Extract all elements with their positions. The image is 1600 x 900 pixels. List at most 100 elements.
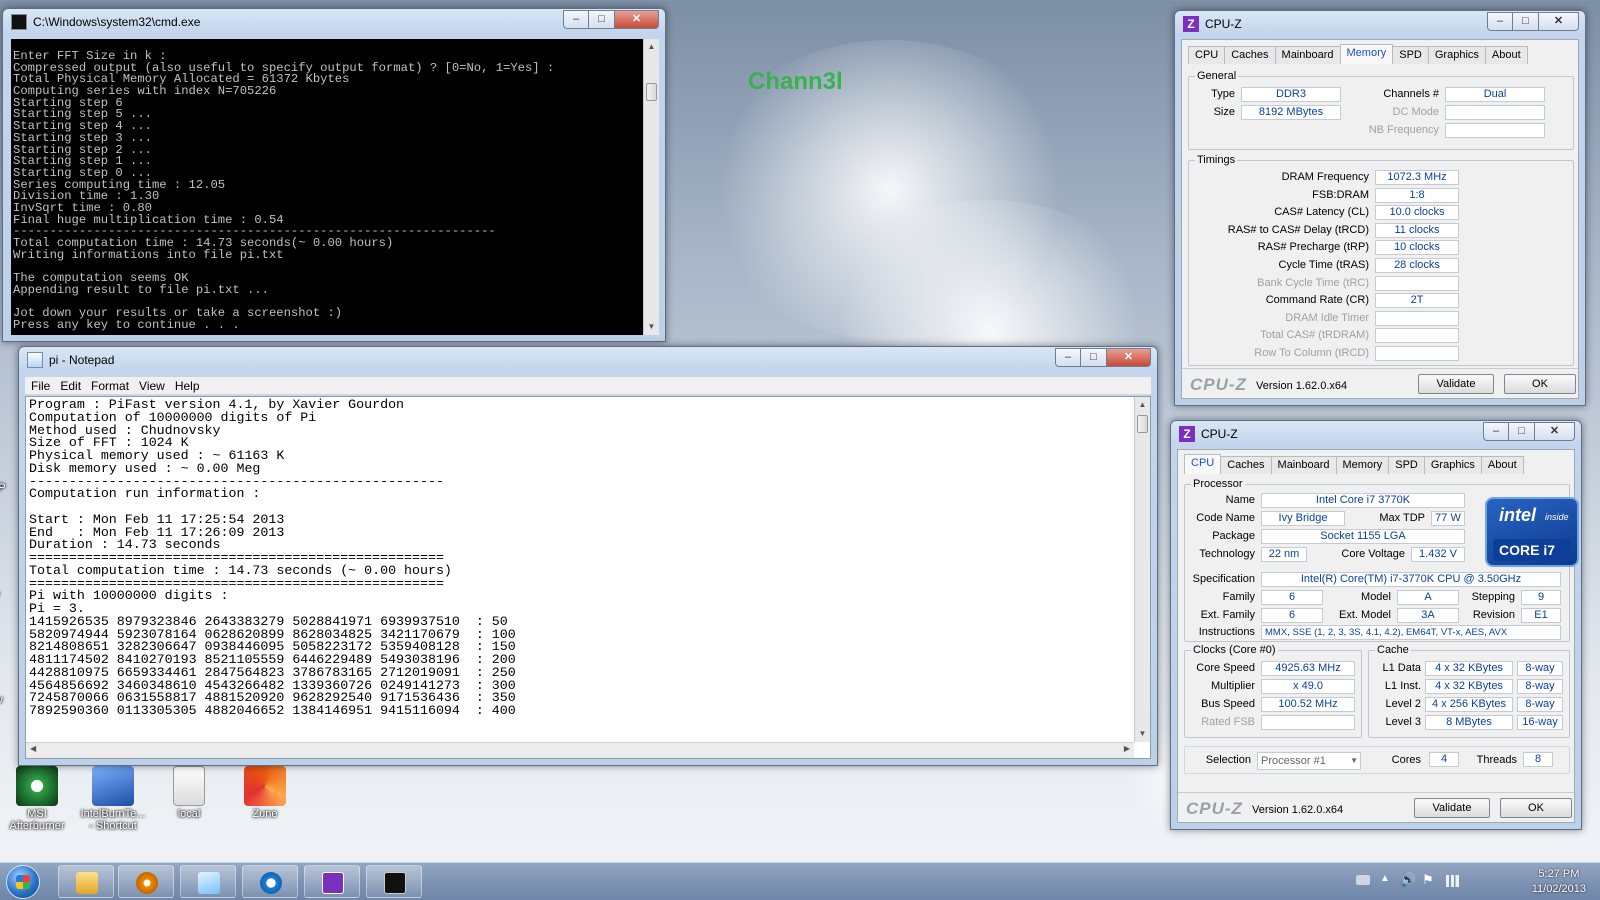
media-player-icon [136, 872, 158, 894]
minimize-button[interactable]: – [1487, 12, 1513, 31]
minimize-button[interactable]: – [1055, 348, 1081, 367]
scroll-up-icon[interactable]: ▲ [644, 39, 659, 55]
tab-caches[interactable]: Caches [1220, 456, 1272, 474]
specification-value: Intel(R) Core(TM) i7-3770K CPU @ 3.50GHz [1261, 572, 1561, 587]
system-tray: ▲ 🔊 ⚑ 5:27 PM 11/02/2013 [1350, 863, 1600, 900]
tab-about[interactable]: About [1484, 46, 1528, 64]
taskbar-cpuz[interactable] [304, 865, 360, 898]
cmd-console[interactable]: Enter FFT Size in k : Compressed output (… [11, 39, 659, 335]
menu-view[interactable]: View [139, 379, 165, 393]
scroll-left-icon[interactable]: ◀ [30, 744, 36, 753]
scroll-thumb[interactable] [1137, 415, 1148, 433]
tab-spd[interactable]: SPD [1392, 46, 1429, 64]
scroll-down-icon[interactable]: ▼ [1135, 726, 1150, 742]
tab-memory[interactable]: Memory [1339, 44, 1394, 64]
tab-about[interactable]: About [1480, 456, 1524, 474]
tab-caches[interactable]: Caches [1224, 46, 1276, 64]
maximize-button[interactable]: □ [589, 10, 615, 29]
action-center-flag-icon[interactable]: ⚑ [1422, 872, 1434, 888]
timing-value [1375, 328, 1459, 344]
menu-format[interactable]: Format [91, 379, 129, 393]
notepad-window[interactable]: pi - Notepad – □ ✕ File Edit Format View… [18, 346, 1158, 766]
notepad-title-bar[interactable]: pi - Notepad [19, 347, 1157, 373]
close-button[interactable]: ✕ [1107, 348, 1151, 367]
show-hidden-icons-icon[interactable]: ▲ [1380, 873, 1390, 884]
validate-button[interactable]: Validate [1418, 374, 1494, 394]
threads-label: Threads [1476, 754, 1517, 766]
menu-edit[interactable]: Edit [60, 379, 81, 393]
scroll-right-icon[interactable]: ▶ [1124, 744, 1130, 753]
rated-fsb-label: Rated FSB [1201, 716, 1255, 728]
close-button[interactable]: ✕ [1535, 422, 1575, 441]
volume-icon[interactable]: 🔊 [1400, 872, 1416, 888]
desktop-icon-intelburntest[interactable]: IntelBurnTe... - Shortcut [78, 766, 148, 832]
group-label: Timings [1195, 154, 1238, 166]
tab-mainboard[interactable]: Mainboard [1274, 46, 1341, 64]
cmd-title: C:\Windows\system32\cmd.exe [33, 15, 201, 29]
notepad-horizontal-scrollbar[interactable]: ◀ ▶ [26, 742, 1134, 758]
clock[interactable]: 5:27 PM 11/02/2013 [1532, 867, 1586, 897]
notepad-vertical-scrollbar[interactable]: ▲ ▼ [1134, 397, 1150, 742]
cmd-window[interactable]: C:\Windows\system32\cmd.exe – □ ✕ Enter … [2, 8, 666, 342]
core-speed-label: Core Speed [1196, 662, 1255, 674]
max-tdp-value: 77 W [1431, 511, 1465, 526]
cpuz-tabs: CPU Caches Mainboard Memory SPD Graphics… [1184, 454, 1524, 474]
cpuz-app-icon: Z [1179, 426, 1195, 442]
cpuz-icon [322, 872, 344, 894]
tab-graphics[interactable]: Graphics [1423, 456, 1482, 474]
taskbar-notepad[interactable] [180, 865, 236, 898]
desktop-icon-local[interactable]: local [154, 766, 224, 820]
tab-cpu[interactable]: CPU [1184, 454, 1222, 474]
start-button[interactable] [6, 865, 40, 899]
desktop-icon-label: MSI Afterburner [9, 808, 65, 832]
minimize-button[interactable]: – [1483, 422, 1509, 441]
notepad-app-icon [27, 352, 43, 368]
desktop-icon-msi-afterburner[interactable]: MSI Afterburner [2, 766, 72, 832]
desktop-icon-label: IntelBurnTe... - Shortcut [80, 808, 146, 832]
maximize-button[interactable]: □ [1081, 348, 1107, 367]
keyboard-icon[interactable] [1356, 875, 1370, 885]
maximize-button[interactable]: □ [1513, 12, 1539, 31]
close-button[interactable]: ✕ [1539, 12, 1579, 31]
ok-button[interactable]: OK [1500, 798, 1572, 818]
tab-spd[interactable]: SPD [1388, 456, 1425, 474]
scroll-down-icon[interactable]: ▼ [644, 319, 659, 335]
technology-label: Technology [1199, 548, 1255, 560]
notepad-text-area[interactable]: Program : PiFast version 4.1, by Xavier … [25, 396, 1151, 759]
validate-button[interactable]: Validate [1414, 798, 1490, 818]
cache-associativity-value: 8-way [1517, 697, 1563, 712]
cpuz-logo: CPU-Z [1186, 799, 1243, 818]
cache-associativity-value: 8-way [1517, 661, 1563, 676]
dc-mode-value [1445, 105, 1545, 120]
scroll-thumb[interactable] [646, 83, 657, 101]
cpuz-cpu-window[interactable]: Z CPU-Z – □ ✕ CPU Caches Mainboard Memor… [1170, 420, 1582, 830]
group-label: Processor [1191, 478, 1245, 490]
menu-help[interactable]: Help [175, 379, 200, 393]
tab-mainboard[interactable]: Mainboard [1270, 456, 1337, 474]
taskbar-cmd[interactable] [366, 865, 422, 898]
cmd-scrollbar[interactable]: ▲ ▼ [643, 39, 659, 335]
cpuz-memory-window[interactable]: Z CPU-Z – □ ✕ CPU Caches Mainboard Memor… [1174, 10, 1586, 406]
maximize-button[interactable]: □ [1509, 422, 1535, 441]
minimize-button[interactable]: – [563, 10, 589, 29]
cpuz-footer: CPU-Z Version 1.62.0.x64 Validate OK [1182, 368, 1578, 398]
multiplier-label: Multiplier [1210, 680, 1255, 692]
tab-memory[interactable]: Memory [1335, 456, 1390, 474]
scroll-up-icon[interactable]: ▲ [1135, 397, 1150, 413]
menu-file[interactable]: File [31, 379, 50, 393]
processor-select[interactable]: Processor #1 ▼ [1257, 752, 1361, 770]
taskbar-internet-explorer[interactable] [242, 865, 298, 898]
multiplier-value: x 49.0 [1261, 679, 1355, 694]
close-button[interactable]: ✕ [615, 10, 659, 29]
desktop-icon-zune[interactable]: Zune [230, 766, 300, 820]
taskbar-explorer[interactable] [58, 865, 114, 898]
timing-value [1375, 275, 1459, 291]
tab-graphics[interactable]: Graphics [1427, 46, 1486, 64]
timing-label: Cycle Time (tRAS) [1278, 259, 1369, 271]
taskbar-media-player[interactable] [118, 865, 174, 898]
ok-button[interactable]: OK [1504, 374, 1576, 394]
network-signal-icon[interactable] [1446, 875, 1462, 887]
watermark-text: Chann3l [748, 68, 843, 95]
tab-cpu[interactable]: CPU [1188, 46, 1226, 64]
intel-core-i7-logo: intel inside CORE i7 [1485, 497, 1579, 567]
